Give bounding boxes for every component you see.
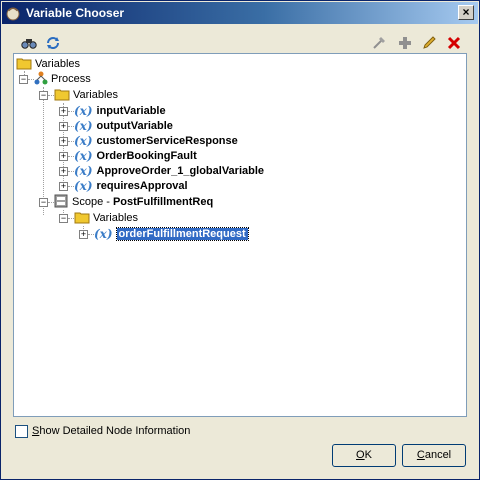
selected-variable-label: orderFulfillmentRequest [115, 227, 249, 241]
scope-variables-collapse-toggle[interactable]: − [59, 214, 68, 223]
cancel-mnemonic: C [416, 449, 425, 461]
tree-node-process[interactable]: Process [34, 71, 91, 87]
folder-icon [74, 210, 90, 227]
variable-icon: (x) [94, 227, 113, 241]
cancel-button[interactable]: Cancel [402, 444, 466, 467]
scope-collapse-toggle[interactable]: − [39, 198, 48, 207]
variable-tree[interactable]: Variables − Process − Variables + (x) in… [13, 53, 467, 417]
delete-icon[interactable] [444, 33, 464, 53]
variable-icon: (x) [74, 164, 93, 178]
tree-node-variable[interactable]: (x) outputVariable [74, 118, 173, 134]
variable-label: customerServiceResponse [96, 135, 238, 147]
variable-label: requiresApproval [96, 180, 188, 192]
process-collapse-toggle[interactable]: − [19, 75, 28, 84]
process-variables-collapse-toggle[interactable]: − [39, 91, 48, 100]
title-bar[interactable]: Variable Chooser × [2, 2, 478, 24]
tree-node-scope-variables[interactable]: Variables [74, 210, 138, 226]
show-detailed-option[interactable]: Show Detailed Node Information [15, 423, 190, 439]
variable-expand-toggle[interactable]: + [59, 137, 68, 146]
show-detailed-checkbox[interactable] [15, 424, 28, 438]
variable-label: OrderBookingFault [96, 150, 197, 162]
ok-label: K [364, 449, 372, 461]
process-variables-label: Variables [73, 89, 119, 101]
process-label: Process [51, 73, 91, 85]
app-icon [5, 5, 21, 21]
edit-icon[interactable] [419, 33, 439, 53]
variable-expand-toggle[interactable]: + [59, 182, 68, 191]
variable-chooser-window: Variable Chooser × Variables − Process −… [0, 0, 480, 480]
tree-node-variable[interactable]: (x) OrderBookingFault [74, 148, 197, 164]
variable-label: ApproveOrder_1_globalVariable [96, 165, 265, 177]
scope-name: PostFulfillmentReq [112, 196, 214, 208]
variable-expand-toggle[interactable]: + [59, 107, 68, 116]
refresh-icon[interactable] [43, 33, 63, 53]
tree-root[interactable]: Variables [16, 56, 80, 72]
show-detailed-mnemonic: S [32, 425, 40, 437]
tree-node-scope[interactable]: Scope - PostFulfillmentReq [54, 194, 213, 210]
tree-root-label: Variables [35, 58, 81, 70]
scope-icon [54, 194, 68, 211]
variable-label: outputVariable [96, 120, 173, 132]
process-icon [34, 71, 48, 88]
variable-label: inputVariable [96, 105, 166, 117]
variable-icon: (x) [74, 179, 93, 193]
variable-icon: (x) [74, 149, 93, 163]
variable-icon: (x) [74, 104, 93, 118]
folder-icon [16, 56, 32, 73]
variable-expand-toggle[interactable]: + [79, 230, 88, 239]
show-detailed-label: how Detailed Node Information [39, 425, 191, 437]
variable-expand-toggle[interactable]: + [59, 122, 68, 131]
edit-schema-icon[interactable] [369, 33, 389, 53]
window-title: Variable Chooser [26, 6, 125, 20]
tree-node-variable[interactable]: (x) inputVariable [74, 103, 166, 119]
ok-button[interactable]: OK [332, 444, 396, 467]
tree-node-variable[interactable]: (x) requiresApproval [74, 178, 188, 194]
find-icon[interactable] [19, 33, 39, 53]
scope-variables-label: Variables [93, 212, 139, 224]
tree-node-variable[interactable]: (x) ApproveOrder_1_globalVariable [74, 163, 264, 179]
tree-node-scope-variable[interactable]: (x) orderFulfillmentRequest [94, 226, 249, 242]
variable-expand-toggle[interactable]: + [59, 167, 68, 176]
close-button[interactable]: × [458, 5, 474, 20]
tree-node-variable[interactable]: (x) customerServiceResponse [74, 133, 238, 149]
cancel-label: ancel [424, 449, 452, 461]
ok-mnemonic: O [356, 449, 365, 461]
variable-icon: (x) [74, 119, 93, 133]
variable-expand-toggle[interactable]: + [59, 152, 68, 161]
add-icon[interactable] [395, 33, 415, 53]
variable-icon: (x) [74, 134, 93, 148]
tree-node-process-variables[interactable]: Variables [54, 87, 118, 103]
folder-icon [54, 87, 70, 104]
scope-prefix: Scope - [72, 196, 113, 208]
